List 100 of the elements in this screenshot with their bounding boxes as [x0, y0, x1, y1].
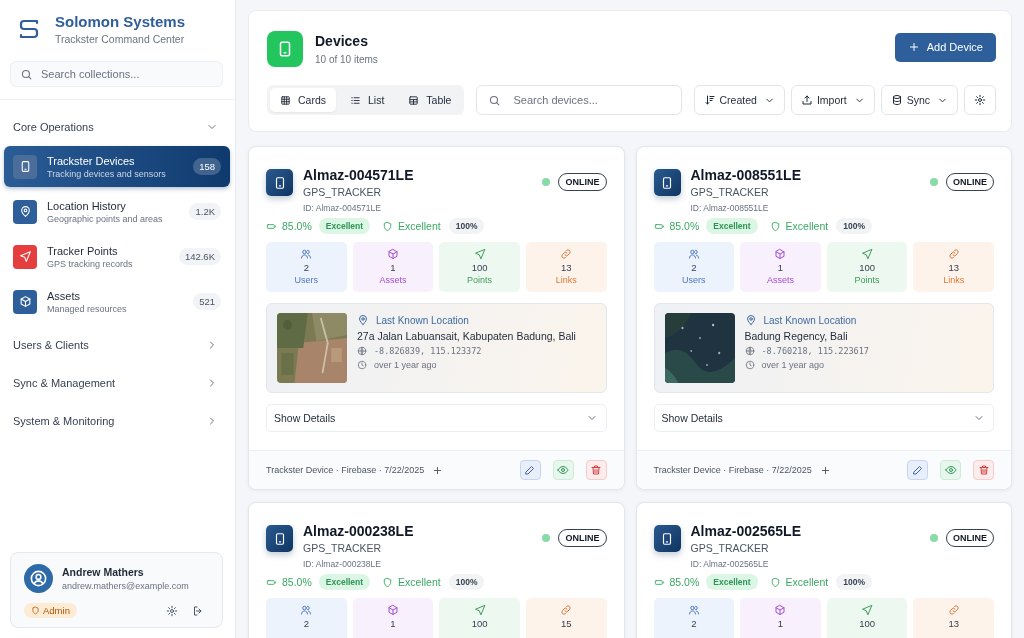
signal-quality: Excellent: [769, 576, 829, 588]
logout-icon: [192, 604, 204, 617]
stat-tile[interactable]: 13 Links: [913, 242, 994, 292]
users-icon: [687, 604, 700, 616]
stat-tile[interactable]: 1 Assets: [740, 242, 821, 292]
sort-button[interactable]: Created: [693, 85, 785, 115]
stat-tile[interactable]: 100: [826, 598, 908, 638]
edit-button[interactable]: [907, 460, 928, 480]
link-icon: [947, 248, 960, 260]
clock-icon: [357, 360, 367, 370]
battery-level: 85.0%: [653, 220, 700, 232]
device-type: GPS_TRACKER: [690, 542, 770, 554]
view-tab[interactable]: Table: [398, 88, 462, 112]
sort-icon: [703, 94, 716, 106]
location-title: Last Known Location: [744, 314, 869, 326]
nav-item[interactable]: Assets Managed resources 521: [4, 281, 230, 322]
delete-button[interactable]: [973, 460, 994, 480]
stat-value: 100: [471, 262, 488, 273]
section-header[interactable]: Core Operations: [4, 108, 230, 146]
link-icon: [947, 604, 960, 616]
section-header[interactable]: Users & Clients: [4, 326, 230, 364]
stat-tile[interactable]: 100: [439, 598, 520, 638]
count-badge: 158: [193, 158, 221, 175]
stat-value: 13: [948, 262, 959, 273]
nav-item[interactable]: Location History Geographic points and areas 1.2K: [4, 191, 230, 232]
search-field[interactable]: Search collections...: [10, 61, 223, 87]
eye-icon: [557, 464, 569, 476]
shield-icon: [769, 220, 781, 232]
stat-value: 2: [691, 618, 697, 629]
battery-level: 85.0%: [266, 576, 312, 588]
card-meta: Trackster Device · Firebase · 7/22/2025: [653, 465, 812, 475]
settings-button[interactable]: [166, 604, 178, 617]
upload-icon: [800, 94, 813, 106]
view-button[interactable]: [552, 460, 574, 480]
clock-icon: [744, 360, 755, 370]
users-icon: [300, 604, 313, 616]
signal-badge: 100%: [448, 218, 485, 234]
stat-tile[interactable]: 2: [266, 598, 347, 638]
show-details-button[interactable]: Show Details: [653, 404, 994, 432]
battery-badge: Excellent: [706, 218, 758, 234]
link-icon: [560, 604, 573, 616]
plus-icon: [907, 41, 920, 53]
view-button[interactable]: [940, 460, 961, 480]
count-badge: 142.6K: [178, 248, 221, 265]
stat-tile[interactable]: 13 Links: [525, 242, 607, 292]
device-type: GPS_TRACKER: [303, 186, 383, 198]
show-details-button[interactable]: Show Details: [266, 404, 607, 432]
settings-icon: [166, 604, 178, 617]
stat-tile[interactable]: 1: [740, 598, 821, 638]
search-field[interactable]: Search devices...: [476, 85, 682, 115]
stat-tile[interactable]: 2 Users: [653, 242, 735, 292]
settings-icon: [974, 94, 986, 106]
section-header[interactable]: System & Monitoring: [4, 402, 230, 440]
location-title: Last Known Location: [357, 314, 576, 326]
cube-icon: [386, 604, 399, 616]
brand-subtitle: Trackster Command Center: [55, 33, 186, 45]
device-id: ID: Almaz-008551LE: [690, 203, 770, 213]
stat-tile[interactable]: 1: [352, 598, 434, 638]
signal-quality: Excellent: [769, 220, 829, 232]
logout-button[interactable]: [192, 604, 204, 617]
page-title: Devices: [315, 33, 369, 49]
nav-item[interactable]: Tracker Points GPS tracking records 142.6K: [4, 236, 230, 277]
delete-button[interactable]: [585, 460, 607, 480]
stat-value: 1: [390, 618, 396, 629]
map-pin-icon: [357, 314, 369, 326]
stat-value: 2: [303, 262, 309, 273]
coordinates: -8.826839, 115.123372: [357, 346, 576, 356]
stat-tile[interactable]: 2: [653, 598, 735, 638]
view-tab[interactable]: Cards: [270, 88, 336, 112]
shield-icon: [769, 576, 781, 588]
user-name: Andrew Mathers: [62, 566, 145, 578]
signal-badge: 100%: [448, 574, 485, 590]
pencil-icon: [524, 464, 536, 476]
battery-badge: Excellent: [318, 574, 371, 590]
eye-icon: [944, 464, 957, 476]
table-icon: [408, 94, 420, 106]
nav-item[interactable]: Trackster Devices Tracking devices and sensors 158: [4, 146, 230, 187]
import-button[interactable]: Import: [790, 85, 875, 115]
stat-tile[interactable]: 13: [913, 598, 994, 638]
stat-tile[interactable]: 100 Points: [826, 242, 908, 292]
cube-icon: [774, 604, 787, 616]
edit-button[interactable]: [519, 460, 541, 480]
device-type: GPS_TRACKER: [690, 186, 770, 198]
device-name: Almaz-008551LE: [690, 167, 802, 183]
shield-icon: [31, 606, 40, 615]
sync-button[interactable]: Sync: [880, 85, 958, 115]
add-device-button[interactable]: Add Device: [894, 32, 996, 62]
stat-tile[interactable]: 15: [525, 598, 607, 638]
view-tab[interactable]: List: [340, 88, 395, 112]
battery-level: 85.0%: [266, 220, 312, 232]
stat-tile[interactable]: 100 Points: [439, 242, 520, 292]
battery-level: 85.0%: [653, 576, 700, 588]
stat-tile[interactable]: 2 Users: [266, 242, 347, 292]
section-header[interactable]: Sync & Management: [4, 364, 230, 402]
add-button[interactable]: [432, 464, 444, 476]
link-icon: [560, 248, 573, 260]
stat-tile[interactable]: 1 Assets: [352, 242, 434, 292]
device-name: Almaz-000238LE: [303, 523, 415, 539]
add-button[interactable]: [819, 464, 831, 476]
card-meta: Trackster Device · Firebase · 7/22/2025: [266, 465, 425, 475]
